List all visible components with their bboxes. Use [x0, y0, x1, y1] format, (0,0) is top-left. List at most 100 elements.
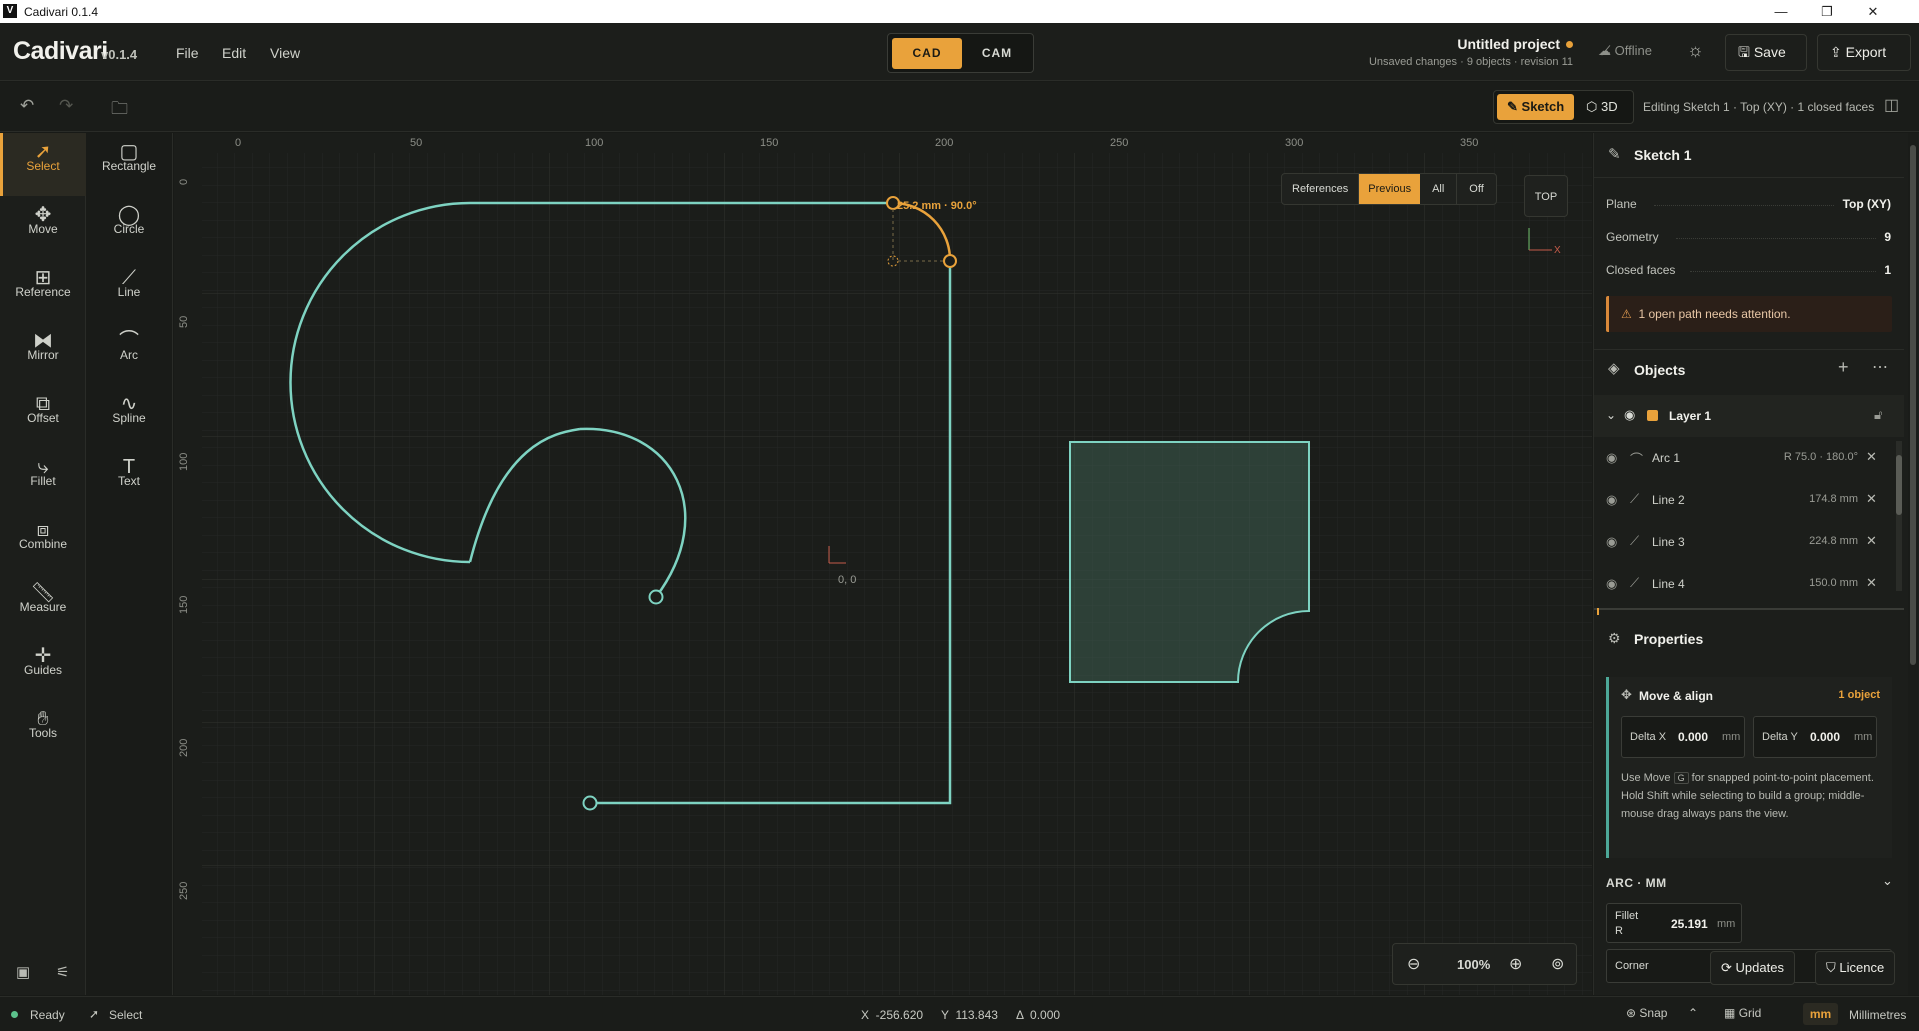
object-row[interactable]: ◉ ⟋ Line 3 224.8 mm ✕: [1594, 521, 1904, 563]
delta-x-field[interactable]: Delta X 0.000 mm: [1621, 716, 1745, 758]
layer-color-swatch[interactable]: [1647, 410, 1658, 421]
lock-icon[interactable]: 🔓︎: [1874, 407, 1882, 423]
mode-cad-button[interactable]: CAD: [892, 38, 962, 69]
fillet-value[interactable]: 25.191: [1671, 917, 1708, 931]
unit-name[interactable]: Millimetres: [1849, 1008, 1906, 1022]
tool-guides[interactable]: ✛ Guides: [0, 637, 86, 700]
object-scrollbar-thumb[interactable]: [1896, 455, 1902, 515]
panel-scrollbar[interactable]: [1908, 133, 1918, 995]
sketch-canvas[interactable]: 0 50 100 150 200 250 300 350 0 50 100 150 200 250 0,…: [174, 133, 1592, 995]
tool-mirror[interactable]: ⧓ Mirror: [0, 322, 86, 385]
tool-reference[interactable]: ⊞ Reference: [0, 259, 86, 322]
ruler-x-label: 150: [760, 137, 778, 149]
offline-indicator: ☁̸ Offline: [1598, 43, 1652, 58]
object-row[interactable]: ◉ ⟋ Line 2 174.8 mm ✕: [1594, 479, 1904, 521]
zoom-out-icon[interactable]: ⊖: [1407, 954, 1420, 974]
grid-toggle[interactable]: ▦ Grid: [1724, 1006, 1761, 1020]
tool-arc[interactable]: ⌒ Arc: [86, 322, 172, 385]
image-icon[interactable]: ▣: [16, 963, 30, 981]
updates-button[interactable]: ⟳ Updates: [1710, 951, 1795, 985]
add-object-icon[interactable]: +: [1838, 357, 1849, 378]
floppy-icon: 🖫: [1738, 44, 1750, 60]
mode-cam-button[interactable]: CAM: [962, 38, 1032, 69]
object-meta: 150.0 mm: [1809, 577, 1858, 589]
delete-icon[interactable]: ✕: [1866, 533, 1877, 549]
redo-icon[interactable]: ↷: [59, 96, 73, 116]
tool-label: Tools: [28, 726, 57, 740]
licence-button[interactable]: ⛉ Licence: [1815, 951, 1896, 985]
panel-toggle-icon[interactable]: ◫: [1884, 95, 1899, 115]
chevron-up-icon[interactable]: ⌃: [1688, 1006, 1698, 1020]
delete-icon[interactable]: ✕: [1866, 491, 1877, 507]
tool-offset[interactable]: ⧉ Offset: [0, 385, 86, 448]
ref-previous-button[interactable]: Previous: [1359, 174, 1421, 204]
tool-select[interactable]: ➚ Select: [0, 133, 86, 196]
sketch-mode-button[interactable]: ✎ Sketch: [1497, 94, 1575, 120]
collapse-chevron-icon[interactable]: ⌄: [1882, 873, 1893, 889]
menu-edit[interactable]: Edit: [222, 45, 246, 61]
theme-sun-icon[interactable]: ☼: [1687, 40, 1704, 61]
tool-move[interactable]: ✥ Move: [0, 196, 86, 259]
eye-icon[interactable]: ◉: [1624, 407, 1635, 423]
menu-view[interactable]: View: [270, 45, 300, 61]
fillet-radius-field[interactable]: Fillet R 25.191 mm: [1606, 903, 1742, 943]
tool-line[interactable]: ⟋ Line: [86, 259, 172, 322]
ruler-y-label: 100: [178, 453, 190, 471]
eye-icon[interactable]: ◉: [1606, 450, 1617, 466]
status-x: X -256.620: [861, 1008, 924, 1022]
tool-text[interactable]: T Text: [86, 448, 172, 511]
tool-spline[interactable]: ∿ Spline: [86, 385, 172, 448]
undo-icon[interactable]: ↶: [20, 96, 34, 116]
ruler-x-label: 50: [410, 137, 422, 149]
settings-sliders-icon[interactable]: ⚟: [56, 963, 69, 981]
delta-y-field[interactable]: Delta Y 0.000 mm: [1753, 716, 1877, 758]
eye-icon[interactable]: ◉: [1606, 534, 1617, 550]
object-row[interactable]: ◉ ⌒ Arc 1 R 75.0 · 180.0° ✕: [1594, 437, 1904, 479]
object-scrollbar-track: [1896, 441, 1902, 591]
dimension-label: 25.2 mm · 90.0°: [897, 200, 977, 212]
delta-x-value[interactable]: 0.000: [1678, 730, 1708, 744]
arc-section-title: ARC · MM: [1606, 876, 1667, 890]
fillet-handle-end[interactable]: [943, 254, 957, 268]
canvas-svg[interactable]: 0 50 100 150 200 250 300 350 0 50 100 150 200 250 0,…: [174, 133, 1592, 995]
tool-tools[interactable]: ✋︎ Tools: [0, 700, 86, 763]
tool-fillet[interactable]: ⤷ Fillet: [0, 448, 86, 511]
open-endpoint-2[interactable]: [582, 795, 598, 811]
close-window-button[interactable]: ✕: [1850, 0, 1896, 23]
zoom-level[interactable]: 100%: [1457, 957, 1490, 972]
layer-row[interactable]: ⌄ ◉ Layer 1 🔓︎: [1594, 395, 1904, 437]
ref-off-button[interactable]: Off: [1456, 174, 1495, 204]
chevron-down-icon[interactable]: ⌄: [1606, 408, 1616, 422]
tool-circle[interactable]: ◯ Circle: [86, 196, 172, 259]
more-icon[interactable]: ⋯: [1872, 357, 1888, 377]
snap-toggle[interactable]: ⊛ Snap: [1626, 1006, 1667, 1020]
eye-icon[interactable]: ◉: [1606, 492, 1617, 508]
minimize-button[interactable]: —: [1758, 0, 1804, 23]
image-plus-icon: ⊞: [34, 267, 52, 289]
open-endpoint[interactable]: [648, 589, 664, 605]
export-button[interactable]: ⇪ Export: [1817, 34, 1911, 71]
panel-scrollbar-thumb[interactable]: [1910, 145, 1916, 665]
view-cube-top[interactable]: TOP: [1524, 175, 1568, 217]
tool-label: Fillet: [30, 474, 56, 488]
open-folder-icon[interactable]: 🗀: [111, 96, 128, 125]
fit-view-icon[interactable]: ⊚: [1551, 954, 1564, 974]
eye-icon[interactable]: ◉: [1606, 576, 1617, 592]
maximize-button[interactable]: ❐: [1804, 0, 1850, 23]
save-button[interactable]: 🖫 Save: [1725, 34, 1807, 71]
tool-label: Text: [117, 474, 140, 488]
divider: [1594, 349, 1904, 350]
delete-icon[interactable]: ✕: [1866, 449, 1877, 465]
zoom-in-icon[interactable]: ⊕: [1509, 954, 1522, 974]
delete-icon[interactable]: ✕: [1866, 575, 1877, 591]
unit-badge[interactable]: mm: [1803, 1003, 1838, 1025]
object-row[interactable]: ◉ ⟋ Line 4 150.0 mm ✕: [1594, 563, 1904, 605]
menu-file[interactable]: File: [176, 45, 199, 61]
delta-y-value[interactable]: 0.000: [1810, 730, 1840, 744]
tool-measure[interactable]: 📏︎ Measure: [0, 574, 86, 637]
tool-rectangle[interactable]: ▢ Rectangle: [86, 133, 172, 196]
3d-mode-button[interactable]: ⬡ 3D: [1576, 94, 1628, 120]
tool-combine[interactable]: ⧈ Combine: [0, 511, 86, 574]
object-name: Line 3: [1652, 535, 1685, 549]
ref-all-button[interactable]: All: [1420, 174, 1456, 204]
